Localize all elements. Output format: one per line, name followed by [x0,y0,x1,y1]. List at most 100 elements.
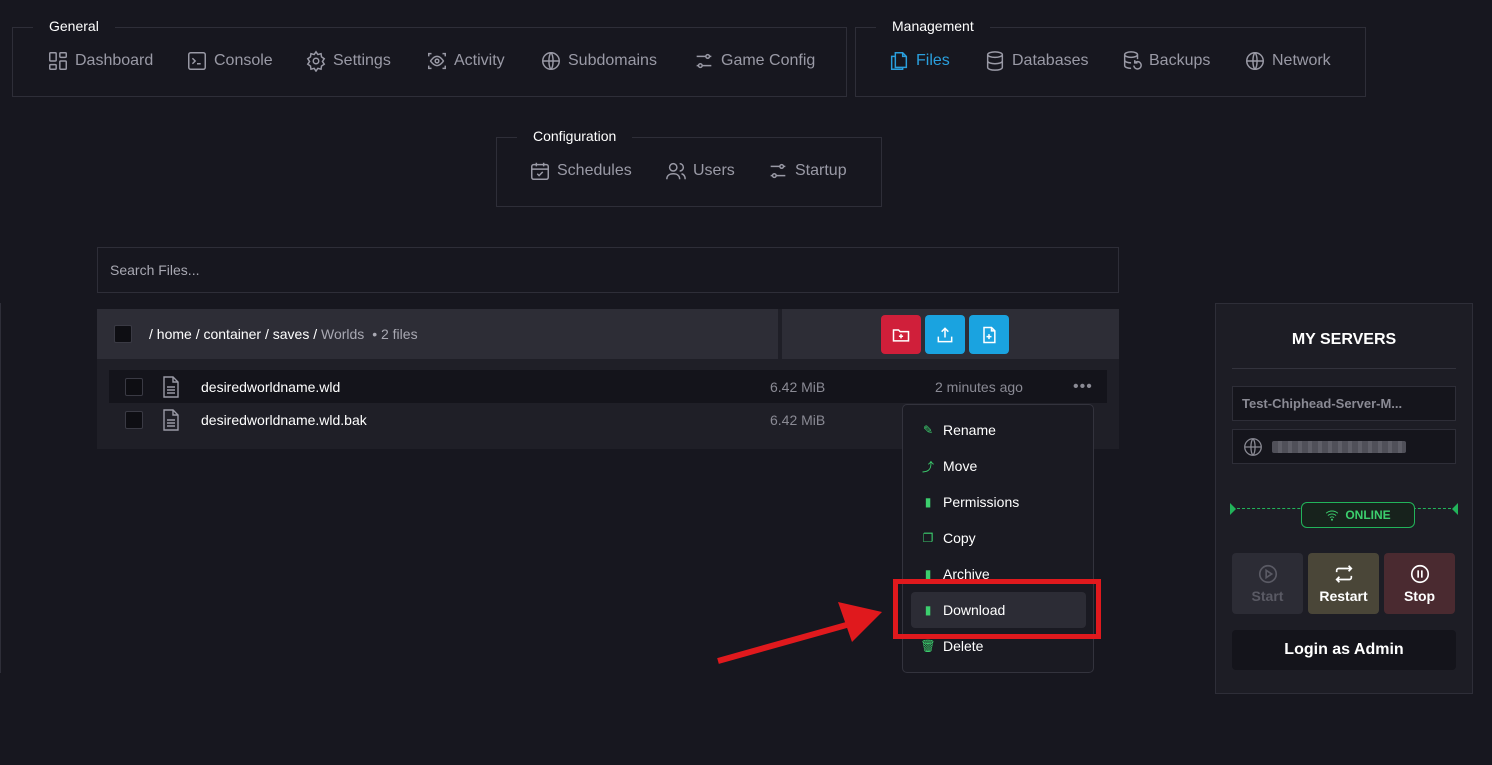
files-icon [890,52,908,70]
gear-icon [306,50,326,72]
breadcrumb-separator: / [195,326,200,342]
repeat-icon [1334,565,1353,583]
server-status-text: ONLINE [1345,508,1391,522]
breadcrumb-separator: / [149,326,153,342]
nav-item-label: Subdomains [568,52,657,69]
nav-item-activity[interactable]: Activity [426,50,505,72]
file-checkbox[interactable] [125,377,143,396]
status-line-cap [1452,503,1458,515]
nav-item-settings[interactable]: Settings [305,50,391,72]
nav-item-label: Game Config [721,52,816,69]
console-icon [188,52,206,70]
breadcrumb-container[interactable]: container [203,326,261,342]
menu-item-label: Move [943,458,978,474]
annotation-highlight-box [893,579,1101,639]
nav-item-label: Activity [454,52,505,69]
nav-item-dashboard[interactable]: Dashboard [47,50,153,72]
page-edge-divider [0,303,1,673]
select-all-checkbox[interactable] [114,325,132,343]
nav-group-management: Management Files Databases Backups Netwo… [855,12,1366,97]
file-icon [161,408,181,431]
dashboard-icon [49,52,67,70]
nav-item-label: Network [1272,52,1331,69]
folder-plus-icon [892,328,910,342]
nav-item-files[interactable]: Files [888,50,950,72]
breadcrumb-bar: / home / container / saves / Worlds • 2 … [97,309,778,359]
nav-item-schedules[interactable]: Schedules [529,160,632,182]
server-name-select[interactable]: Test-Chiphead-Server-M... [1232,386,1456,421]
trash-icon: 🗑 [920,639,936,653]
restart-button[interactable]: Restart [1308,553,1379,614]
upload-button[interactable] [925,315,965,354]
my-servers-title: MY SERVERS [1291,331,1397,348]
nav-group-legend: Management [876,12,990,40]
menu-item-rename[interactable]: ✎ Rename [911,412,1086,448]
breadcrumb-saves[interactable]: saves [273,326,310,342]
start-label: Start [1251,588,1284,604]
more-options-icon[interactable]: ••• [1073,378,1093,396]
login-as-admin-button[interactable]: Login as Admin [1232,630,1456,670]
server-address[interactable] [1232,429,1456,464]
menu-item-label: Rename [943,422,996,438]
menu-item-move[interactable]: ⤴ Move [911,448,1086,484]
file-icon [161,375,181,398]
nav-item-label: Backups [1149,52,1211,69]
file-checkbox[interactable] [125,410,143,429]
backup-icon [1123,51,1142,70]
nav-item-backups[interactable]: Backups [1121,50,1210,72]
nav-item-network[interactable]: Network [1244,50,1331,72]
sliders-icon [696,53,712,69]
nav-item-game-config[interactable]: Game Config [693,50,815,72]
file-actions-bar [782,309,1119,359]
menu-item-label: Permissions [943,494,1020,510]
globe-icon [1246,52,1264,70]
start-button[interactable]: Start [1232,553,1303,614]
breadcrumb-separator: / [264,326,269,342]
upload-icon [937,326,953,342]
stop-button[interactable]: Stop [1384,553,1455,614]
nav-item-users[interactable]: Users [665,160,735,182]
status-line-cap [1230,503,1236,515]
nav-item-console[interactable]: Console [186,50,273,72]
database-icon [986,51,1004,71]
file-modified: 2 minutes ago [935,378,1023,395]
breadcrumb-home[interactable]: home [157,326,192,342]
menu-item-copy[interactable]: ❐ Copy [911,520,1086,556]
calendar-icon [531,162,549,180]
my-servers-panel: MY SERVERS Test-Chiphead-Server-M... ONL… [1215,303,1473,694]
new-folder-button[interactable] [881,315,921,354]
new-file-button[interactable] [969,315,1009,354]
file-lock-icon: ▮ [924,495,932,509]
file-size: 6.42 MiB [770,378,826,395]
search-files-box [97,247,1119,293]
nav-item-databases[interactable]: Databases [984,50,1089,72]
file-name[interactable]: desiredworldname.wld [201,379,340,395]
nav-item-startup[interactable]: Startup [767,160,847,182]
nav-group-legend: General [33,12,115,40]
nav-item-subdomains[interactable]: Subdomains [540,50,657,72]
menu-item-permissions[interactable]: ▮ Permissions [911,484,1086,520]
nav-item-label: Users [693,162,735,179]
stop-label: Stop [1403,588,1436,604]
copy-icon: ❐ [922,531,934,545]
annotation-arrow-icon [717,602,882,664]
nav-item-label: Databases [1012,52,1089,69]
file-row[interactable]: desiredworldname.wld 6.42 MiB 2 minutes … [109,370,1107,403]
nav-item-label: Schedules [557,162,632,179]
globe-icon [542,52,560,70]
file-plus-icon [983,326,996,343]
file-name[interactable]: desiredworldname.wld.bak [201,412,367,428]
globe-icon [1244,437,1262,456]
users-icon [666,162,686,180]
nav-item-label: Settings [333,52,391,69]
nav-group-configuration: Configuration Schedules Users Startup [496,122,882,207]
breadcrumb-separator: / [313,326,318,342]
move-arrow-icon: ⤴ [921,459,934,474]
search-files-input[interactable] [98,248,1118,292]
breadcrumb-current: Worlds [321,326,365,342]
file-count: • 2 files [372,326,418,342]
redacted-ip-address [1272,440,1406,453]
breadcrumb: / home / container / saves / Worlds • 2 … [149,326,418,342]
pause-icon [1410,564,1429,584]
divider [1232,368,1456,369]
